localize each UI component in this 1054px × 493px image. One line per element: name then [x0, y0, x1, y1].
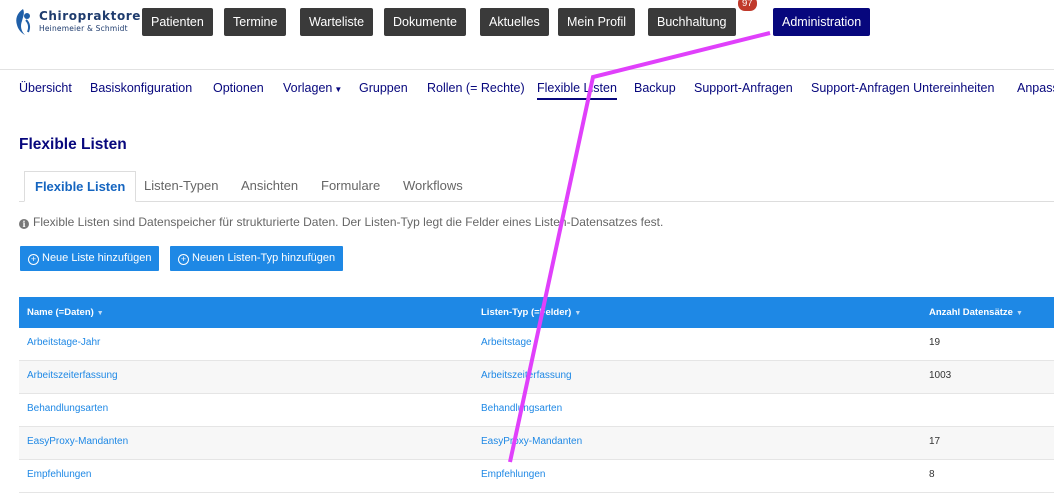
row-name-link[interactable]: Arbeitstage-Jahr — [27, 328, 100, 360]
add-list-button[interactable]: + Neue Liste hinzufügen — [20, 246, 160, 271]
row-name-link[interactable]: EasyProxy-Mandanten — [27, 427, 128, 459]
nav-dokumente[interactable]: Dokumente — [384, 8, 466, 36]
row-name-link[interactable]: Empfehlungen — [27, 460, 92, 492]
row-type-link[interactable]: Behandlungsarten — [481, 394, 562, 426]
subnav-basiskonfiguration[interactable]: Basiskonfiguration — [90, 81, 192, 98]
plus-circle-icon: + — [28, 254, 39, 265]
nav-warteliste[interactable]: Warteliste — [300, 8, 374, 36]
nav-administration[interactable]: Administration — [773, 8, 871, 36]
row-type-link[interactable]: Arbeitstage — [481, 328, 532, 360]
brand-title: Chiropraktoren — [39, 9, 151, 23]
row-type-link[interactable]: Empfehlungen — [481, 460, 546, 492]
sort-icon: ▼ — [96, 310, 104, 317]
header-divider — [0, 69, 1054, 70]
row-type-link[interactable]: Arbeitszeiterfassung — [481, 361, 572, 393]
row-name-link[interactable]: Arbeitszeiterfassung — [27, 361, 118, 393]
table-row: Empfehlungen Empfehlungen 8 — [19, 460, 1054, 493]
column-header-count-label: Anzahl Datensätze — [929, 307, 1013, 318]
subnav-support-anfragen-untereinheiten[interactable]: Support-Anfragen Untereinheiten — [811, 81, 994, 98]
column-header-type-label: Listen-Typ (=Felder) — [481, 307, 572, 318]
plus-circle-icon: + — [178, 254, 189, 265]
sort-icon: ▼ — [1015, 310, 1023, 317]
nav-aktuelles[interactable]: Aktuelles — [480, 8, 549, 36]
nav-termine[interactable]: Termine — [224, 8, 287, 36]
tab-bar: Flexible Listen Listen-Typen Ansichten F… — [19, 171, 1054, 202]
table-row: Behandlungsarten Behandlungsarten — [19, 394, 1054, 427]
caret-down-icon: ▼ — [334, 85, 343, 94]
row-type-link[interactable]: EasyProxy-Mandanten — [481, 427, 582, 459]
row-count: 19 — [929, 337, 941, 348]
subnav-support-anfragen[interactable]: Support-Anfragen — [694, 81, 793, 98]
page-title: Flexible Listen — [19, 136, 127, 153]
table-row: Arbeitstage-Jahr Arbeitstage 19 — [19, 328, 1054, 361]
row-name-link[interactable]: Behandlungsarten — [27, 394, 108, 426]
subnav-backup[interactable]: Backup — [634, 81, 676, 98]
brand-subtitle: Heinemeier & Schmidt — [39, 24, 128, 33]
nav-mein-profil[interactable]: Mein Profil — [558, 8, 636, 36]
subnav-vorlagen-label: Vorlagen — [283, 81, 333, 95]
add-list-label: Neue Liste hinzufügen — [42, 252, 152, 264]
tab-listen-typen[interactable]: Listen-Typen — [144, 171, 218, 200]
tab-workflows[interactable]: Workflows — [403, 171, 463, 200]
tab-flexible-listen[interactable]: Flexible Listen — [24, 171, 137, 202]
row-count: 1003 — [929, 370, 952, 381]
row-count: 8 — [929, 469, 935, 480]
subnav-gruppen[interactable]: Gruppen — [359, 81, 408, 98]
table-header: Name (=Daten) ▼ Listen-Typ (=Felder) ▼ Anz… — [19, 297, 1054, 328]
subnav-rollen[interactable]: Rollen (= Rechte) — [427, 81, 525, 98]
table-row: Arbeitszeiterfassung Arbeitszeiterfassun… — [19, 361, 1054, 394]
sort-icon: ▼ — [574, 310, 582, 317]
logo[interactable]: Chiropraktoren Heinemeier & Schmidt — [11, 7, 150, 39]
info-icon: i — [19, 219, 29, 229]
add-list-type-button[interactable]: + Neuen Listen-Typ hinzufügen — [170, 246, 344, 271]
subnav-uebersicht[interactable]: Übersicht — [19, 81, 72, 98]
top-bar: Chiropraktoren Heinemeier & Schmidt Pati… — [0, 0, 1054, 45]
column-header-name[interactable]: Name (=Daten) ▼ — [27, 297, 104, 328]
info-message: i Flexible Listen sind Datenspeicher für … — [19, 215, 663, 229]
subnav-flexible-listen[interactable]: Flexible Listen — [537, 81, 617, 100]
row-count: 17 — [929, 436, 941, 447]
tab-formulare[interactable]: Formulare — [321, 171, 380, 200]
notification-badge: 97 — [738, 0, 757, 11]
subnav-vorlagen[interactable]: Vorlagen ▼ — [283, 81, 342, 98]
subnav-optionen[interactable]: Optionen — [213, 81, 264, 98]
subnav-anpass[interactable]: Anpass — [1017, 81, 1054, 98]
table-row: EasyProxy-Mandanten EasyProxy-Mandanten … — [19, 427, 1054, 460]
nav-patienten[interactable]: Patienten — [142, 8, 213, 36]
info-text: Flexible Listen sind Datenspeicher für s… — [33, 215, 664, 229]
nav-buchhaltung[interactable]: Buchhaltung — [648, 8, 736, 36]
add-list-type-label: Neuen Listen-Typ hinzufügen — [192, 252, 336, 264]
chiropractic-logo-icon — [16, 9, 31, 35]
lists-table: Name (=Daten) ▼ Listen-Typ (=Felder) ▼ Anz… — [19, 297, 1054, 493]
column-header-type[interactable]: Listen-Typ (=Felder) ▼ — [481, 297, 581, 328]
column-header-name-label: Name (=Daten) — [27, 307, 94, 318]
tab-ansichten[interactable]: Ansichten — [241, 171, 298, 200]
column-header-count[interactable]: Anzahl Datensätze ▼ — [929, 297, 1023, 328]
